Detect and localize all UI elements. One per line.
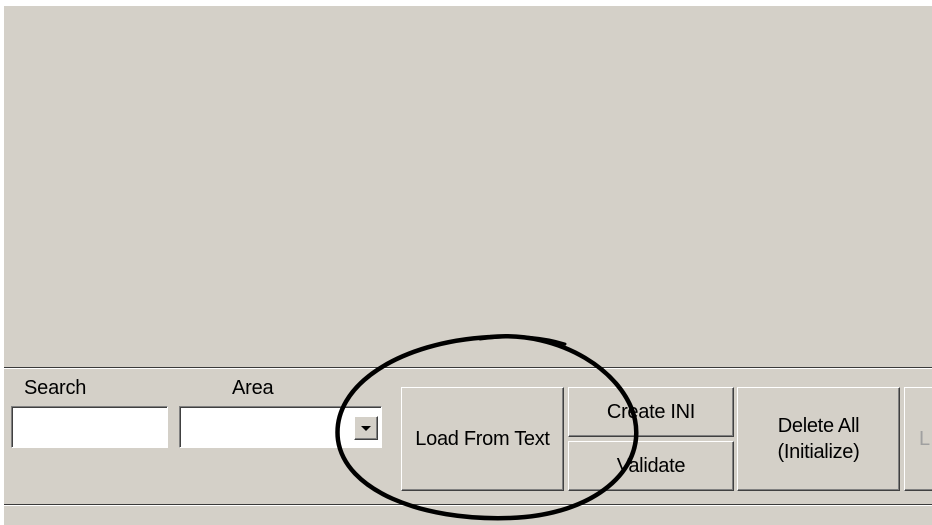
area-field[interactable]: [179, 406, 382, 448]
panel-divider-bottom-highlight: [4, 505, 932, 506]
form-panel: Search Area Load From Text Create INI Va…: [4, 6, 932, 525]
search-input[interactable]: [12, 407, 167, 447]
validate-label: Validate: [616, 455, 686, 477]
create-ini-label: Create INI: [606, 401, 696, 423]
chevron-down-icon: [361, 426, 371, 431]
area-dropdown-button[interactable]: [354, 416, 378, 440]
create-ini-button[interactable]: Create INI: [568, 387, 734, 437]
search-field[interactable]: [11, 406, 168, 448]
area-combobox-input[interactable]: [180, 407, 340, 447]
partial-button-label: L: [919, 428, 930, 450]
delete-all-button[interactable]: Delete All (Initialize): [737, 387, 900, 491]
panel-divider-top-highlight: [4, 368, 932, 369]
load-from-text-button[interactable]: Load From Text: [401, 387, 564, 491]
load-from-text-label: Load From Text: [415, 428, 550, 450]
search-label: Search: [24, 377, 87, 399]
delete-all-sublabel: (Initialize): [777, 441, 860, 463]
validate-button[interactable]: Validate: [568, 441, 734, 491]
partial-button[interactable]: L: [904, 387, 932, 491]
area-label: Area: [232, 377, 274, 399]
delete-all-label: Delete All: [777, 415, 860, 437]
